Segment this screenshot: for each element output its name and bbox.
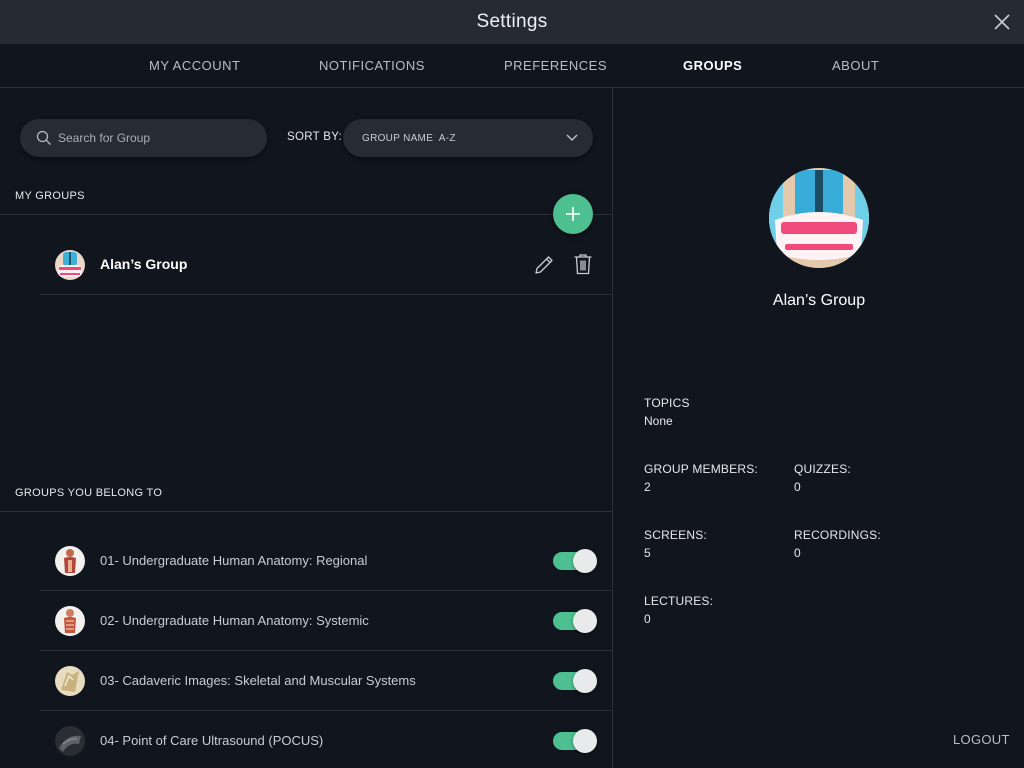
lectures-label: LECTURES: (644, 594, 714, 608)
group-avatar (769, 168, 869, 268)
group-toggle[interactable] (553, 609, 597, 633)
groups-list-panel: SORT BY: GROUP NAME A-Z MY GROUPS Alan’s… (0, 88, 613, 768)
search-icon (36, 130, 51, 145)
logout-button[interactable]: LOGOUT (953, 732, 1010, 747)
search-box[interactable] (20, 119, 267, 157)
tab-notifications[interactable]: NOTIFICATIONS (319, 44, 425, 88)
tab-bar: MY ACCOUNT NOTIFICATIONS PREFERENCES GRO… (0, 44, 1024, 88)
tab-groups[interactable]: GROUPS (683, 44, 742, 88)
screens-label: SCREENS: (644, 528, 707, 542)
group-members-value: 2 (644, 480, 651, 494)
lectures-value: 0 (644, 612, 651, 626)
topics-value: None (644, 414, 673, 428)
divider (0, 511, 613, 512)
sort-dropdown[interactable]: GROUP NAME A-Z (343, 119, 593, 157)
list-item[interactable]: 04- Point of Care Ultrasound (POCUS) (40, 711, 613, 768)
recordings-value: 0 (794, 546, 801, 560)
tab-about[interactable]: ABOUT (832, 44, 879, 88)
plus-icon (566, 207, 580, 221)
group-detail-panel: Alan’s Group TOPICS None GROUP MEMBERS: … (614, 88, 1024, 768)
window-title: Settings (476, 11, 548, 32)
screens-value: 5 (644, 546, 651, 560)
group-name: 02- Undergraduate Human Anatomy: Systemi… (100, 613, 369, 628)
toggle-knob (573, 549, 597, 573)
group-name: 03- Cadaveric Images: Skeletal and Muscu… (100, 673, 416, 688)
group-members-label: GROUP MEMBERS: (644, 462, 758, 476)
quizzes-value: 0 (794, 480, 801, 494)
group-name: 04- Point of Care Ultrasound (POCUS) (100, 733, 324, 748)
group-name: 01- Undergraduate Human Anatomy: Regiona… (100, 553, 368, 568)
edit-button[interactable] (533, 254, 555, 276)
divider (0, 214, 613, 215)
my-groups-label: MY GROUPS (15, 190, 85, 202)
recordings-label: RECORDINGS: (794, 528, 881, 542)
list-item[interactable]: Alan’s Group (40, 235, 613, 295)
group-toggle[interactable] (553, 669, 597, 693)
chevron-down-icon (566, 134, 578, 142)
group-title: Alan’s Group (772, 292, 866, 309)
tab-my-account[interactable]: MY ACCOUNT (149, 44, 240, 88)
pencil-icon (535, 256, 553, 274)
add-group-button[interactable] (553, 194, 593, 234)
title-bar: Settings (0, 0, 1024, 44)
trash-icon (574, 254, 592, 275)
avatar (55, 546, 85, 576)
topics-label: TOPICS (644, 396, 690, 410)
quizzes-label: QUIZZES: (794, 462, 851, 476)
list-item[interactable]: 03- Cadaveric Images: Skeletal and Muscu… (40, 651, 613, 711)
avatar (55, 666, 85, 696)
sort-value: GROUP NAME A-Z (362, 132, 456, 144)
list-item[interactable]: 01- Undergraduate Human Anatomy: Regiona… (40, 531, 613, 591)
group-name: Alan’s Group (100, 256, 188, 272)
delete-button[interactable] (573, 253, 593, 275)
sort-label: SORT BY: (287, 131, 343, 143)
group-toggle[interactable] (553, 549, 597, 573)
avatar (55, 726, 85, 756)
groups-belong-label: GROUPS YOU BELONG TO (15, 487, 163, 499)
toggle-knob (573, 609, 597, 633)
avatar (55, 250, 85, 280)
toggle-knob (573, 729, 597, 753)
list-item[interactable]: 02- Undergraduate Human Anatomy: Systemi… (40, 591, 613, 651)
group-toggle[interactable] (553, 729, 597, 753)
search-input[interactable] (58, 131, 248, 145)
avatar (55, 606, 85, 636)
tab-preferences[interactable]: PREFERENCES (504, 44, 607, 88)
toggle-knob (573, 669, 597, 693)
close-button[interactable] (990, 10, 1014, 34)
close-icon (994, 14, 1010, 30)
